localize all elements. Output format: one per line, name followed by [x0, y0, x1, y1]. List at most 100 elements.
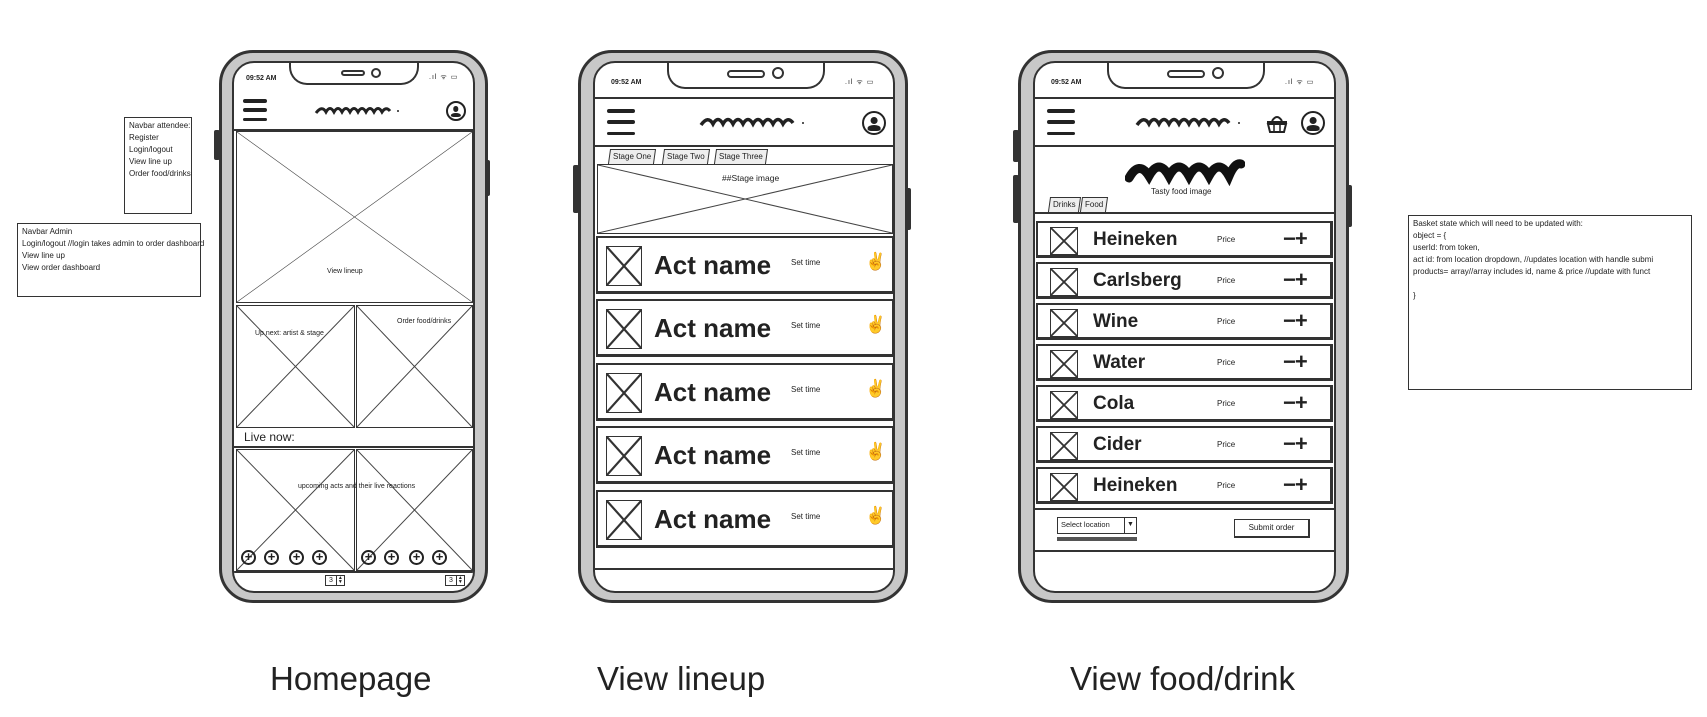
product-row[interactable]: Carlsberg Price −+	[1036, 262, 1333, 299]
basket-state-note: Basket state which will need to be updat…	[1408, 215, 1692, 390]
list-bottom-divider	[1035, 508, 1334, 510]
account-icon[interactable]	[1301, 111, 1325, 135]
act-row[interactable]: Act name Set time ✌	[596, 299, 893, 357]
tab-food[interactable]: Food	[1079, 197, 1109, 212]
hamburger-menu-icon[interactable]	[243, 99, 267, 121]
reaction-plus-icon[interactable]: +	[409, 550, 424, 565]
bottom-divider	[234, 571, 473, 573]
quantity-controls[interactable]: −+	[1283, 349, 1308, 375]
reaction-plus-icon[interactable]: +	[361, 550, 376, 565]
select-underline	[1057, 537, 1137, 541]
stepper-value: 3	[329, 577, 333, 584]
peace-hand-icon[interactable]: ✌	[865, 442, 886, 462]
reaction-plus-icon[interactable]: +	[241, 550, 256, 565]
product-price: Price	[1217, 235, 1236, 244]
reaction-plus-icon[interactable]: +	[264, 550, 279, 565]
product-row[interactable]: Heineken Price −+	[1036, 221, 1333, 258]
account-icon[interactable]	[446, 101, 466, 121]
set-time: Set time	[791, 385, 821, 394]
quantity-controls[interactable]: −+	[1283, 308, 1308, 334]
stage-image-label: ##Stage image	[722, 173, 780, 183]
lineup-hero-placeholder[interactable]: View lineup	[236, 131, 473, 303]
navbar-divider	[595, 145, 893, 147]
peace-hand-icon[interactable]: ✌	[865, 315, 886, 335]
select-location-label: Select location	[1061, 520, 1110, 529]
tab-stage-three[interactable]: Stage Three	[713, 149, 768, 164]
note-line: products= array//array includes id, name…	[1413, 267, 1651, 276]
quantity-controls[interactable]: −+	[1283, 472, 1308, 498]
lineup-screen: 09:52 AM .ıl ᯤ ▭ Stage One Stage Two Sta…	[593, 61, 895, 593]
dropdown-arrow-icon[interactable]: ▼	[1124, 518, 1136, 533]
act-row[interactable]: Act name Set time ✌	[596, 363, 893, 421]
act-row[interactable]: Act name Set time ✌	[596, 490, 893, 548]
product-thumbnail	[1050, 432, 1078, 460]
navbar-divider	[1035, 145, 1334, 147]
act-name: Act name	[654, 313, 772, 343]
act-thumbnail	[606, 373, 642, 413]
note-line: Register	[129, 133, 159, 142]
order-placeholder[interactable]: Order food/drinks	[356, 305, 473, 428]
reaction-plus-icon[interactable]: +	[384, 550, 399, 565]
quantity-controls[interactable]: −+	[1283, 390, 1308, 416]
act-name: Act name	[654, 250, 772, 280]
logo-scribble	[1135, 117, 1240, 128]
stepper-arrows-icon[interactable]: ▲ ▼	[335, 576, 344, 585]
peace-hand-icon[interactable]: ✌	[865, 252, 886, 272]
account-icon[interactable]	[862, 111, 886, 135]
product-row[interactable]: Water Price −+	[1036, 344, 1333, 381]
set-time: Set time	[791, 512, 821, 521]
tab-drinks[interactable]: Drinks	[1047, 197, 1081, 212]
product-price: Price	[1217, 358, 1236, 367]
food-screen: 09:52 AM .ıl ᯤ ▭ Tasty food image Drinks…	[1033, 61, 1336, 593]
act-row[interactable]: Act name Set time ✌	[596, 426, 893, 484]
upnext-placeholder[interactable]: Up next: artist & stage	[236, 305, 355, 428]
basket-icon[interactable]	[1265, 113, 1289, 133]
status-icons: .ıl ᯤ ▭	[845, 79, 875, 86]
tabs-divider	[1035, 212, 1334, 214]
quantity-controls[interactable]: −+	[1283, 267, 1308, 293]
tab-label: Food	[1085, 200, 1104, 209]
product-row[interactable]: Cider Price −+	[1036, 426, 1333, 463]
hamburger-menu-icon[interactable]	[607, 109, 635, 135]
note-line: Basket state which will need to be updat…	[1413, 219, 1583, 228]
reaction-plus-icon[interactable]: +	[289, 550, 304, 565]
reaction-plus-icon[interactable]: +	[312, 550, 327, 565]
act-row[interactable]: Act name Set time ✌	[596, 236, 893, 294]
bottom-divider	[595, 568, 893, 570]
select-location-dropdown[interactable]: Select location ▼	[1057, 517, 1137, 534]
product-name: Heineken	[1093, 229, 1178, 250]
tab-label: Stage One	[613, 152, 652, 161]
tab-stage-two[interactable]: Stage Two	[661, 149, 710, 164]
lineup-phone: 09:52 AM .ıl ᯤ ▭ Stage One Stage Two Sta…	[578, 50, 908, 603]
live-now-heading: Live now:	[244, 430, 295, 444]
note-line: act id: from location dropdown, //update…	[1413, 255, 1654, 264]
product-row[interactable]: Cola Price −+	[1036, 385, 1333, 422]
hamburger-menu-icon[interactable]	[1047, 109, 1075, 135]
reaction-count-stepper[interactable]: 3 ▲ ▼	[325, 575, 345, 586]
stepper-arrows-icon[interactable]: ▲ ▼	[455, 576, 464, 585]
quantity-controls[interactable]: −+	[1283, 226, 1308, 252]
note-line: Order food/drinks	[129, 169, 191, 178]
product-price: Price	[1217, 440, 1236, 449]
peace-hand-icon[interactable]: ✌	[865, 506, 886, 526]
tab-stage-one[interactable]: Stage One	[607, 149, 657, 164]
reaction-count-stepper[interactable]: 3 ▲ ▼	[445, 575, 465, 586]
product-thumbnail	[1050, 309, 1078, 337]
peace-hand-icon[interactable]: ✌	[865, 379, 886, 399]
camera	[371, 68, 381, 78]
status-icons: .ıl ᯤ ▭	[1285, 79, 1315, 86]
act-name: Act name	[654, 504, 772, 534]
hero-label: View lineup	[327, 268, 363, 275]
bottom-divider	[1035, 550, 1334, 552]
act-thumbnail	[606, 436, 642, 476]
product-row[interactable]: Heineken Price −+	[1036, 467, 1333, 504]
camera	[772, 67, 784, 79]
product-name: Carlsberg	[1093, 270, 1182, 291]
quantity-controls[interactable]: −+	[1283, 431, 1308, 457]
act-name: Act name	[654, 440, 772, 470]
submit-order-button[interactable]: Submit order	[1234, 519, 1310, 538]
product-thumbnail	[1050, 391, 1078, 419]
reaction-plus-icon[interactable]: +	[432, 550, 447, 565]
product-row[interactable]: Wine Price −+	[1036, 303, 1333, 340]
upnext-label: Up next: artist & stage	[255, 330, 324, 337]
